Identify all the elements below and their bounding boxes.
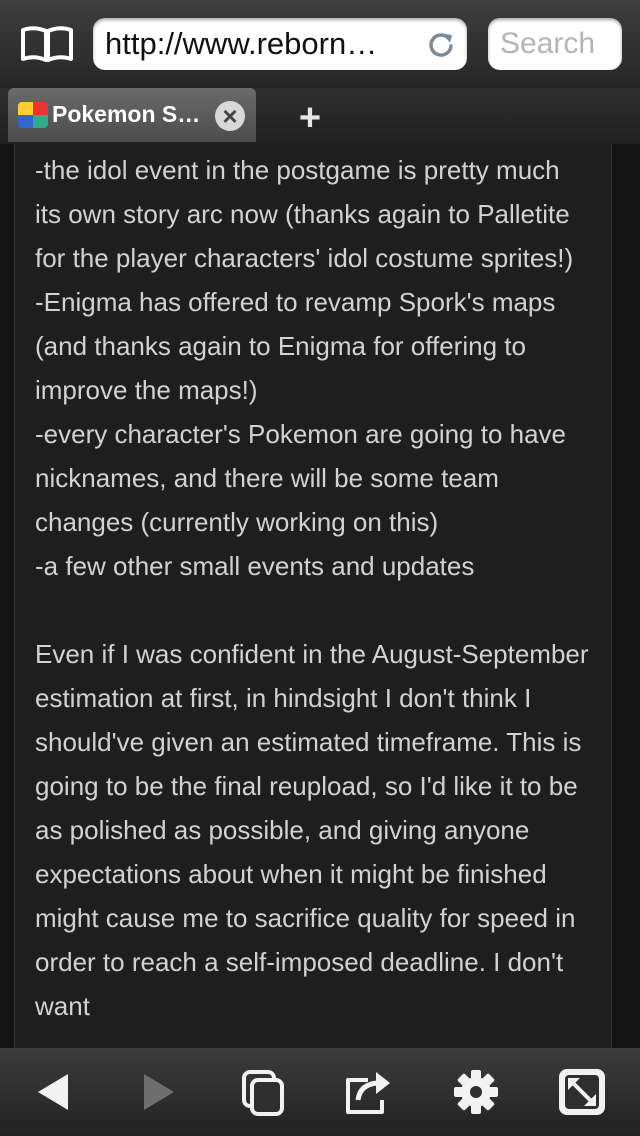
- browser-topbar: http://www.reborn…: [0, 0, 640, 88]
- search-input[interactable]: [500, 27, 610, 61]
- post-paragraph: Even if I was confident in the August-Se…: [35, 639, 589, 1021]
- page-content[interactable]: -the idol event in the postgame is prett…: [14, 144, 612, 1048]
- tab-strip: Pokemon S… × +: [0, 88, 640, 144]
- bottom-toolbar: [0, 1048, 640, 1136]
- post-paragraph: -the idol event in the postgame is prett…: [35, 155, 574, 273]
- tabs-icon[interactable]: [238, 1066, 290, 1118]
- tab-title: Pokemon S…: [52, 101, 201, 127]
- tab-active[interactable]: Pokemon S… ×: [8, 88, 256, 142]
- settings-icon[interactable]: [450, 1066, 502, 1118]
- reload-icon[interactable]: [427, 30, 455, 58]
- close-tab-button[interactable]: ×: [215, 101, 245, 131]
- share-icon[interactable]: [342, 1066, 394, 1118]
- forward-icon[interactable]: [130, 1066, 182, 1118]
- url-text[interactable]: http://www.reborn…: [105, 27, 415, 61]
- post-paragraph: -a few other small events and updates: [35, 551, 475, 581]
- post-paragraph: -every character's Pokemon are going to …: [35, 419, 567, 537]
- address-bar[interactable]: http://www.reborn…: [93, 18, 467, 70]
- favicon-icon: [18, 102, 48, 128]
- new-tab-button[interactable]: +: [292, 99, 328, 137]
- back-icon[interactable]: [30, 1066, 82, 1118]
- fullscreen-icon[interactable]: [556, 1066, 608, 1118]
- bookmarks-icon[interactable]: [20, 24, 74, 64]
- search-box[interactable]: [488, 18, 622, 70]
- post-paragraph: -Enigma has offered to revamp Spork's ma…: [35, 287, 556, 405]
